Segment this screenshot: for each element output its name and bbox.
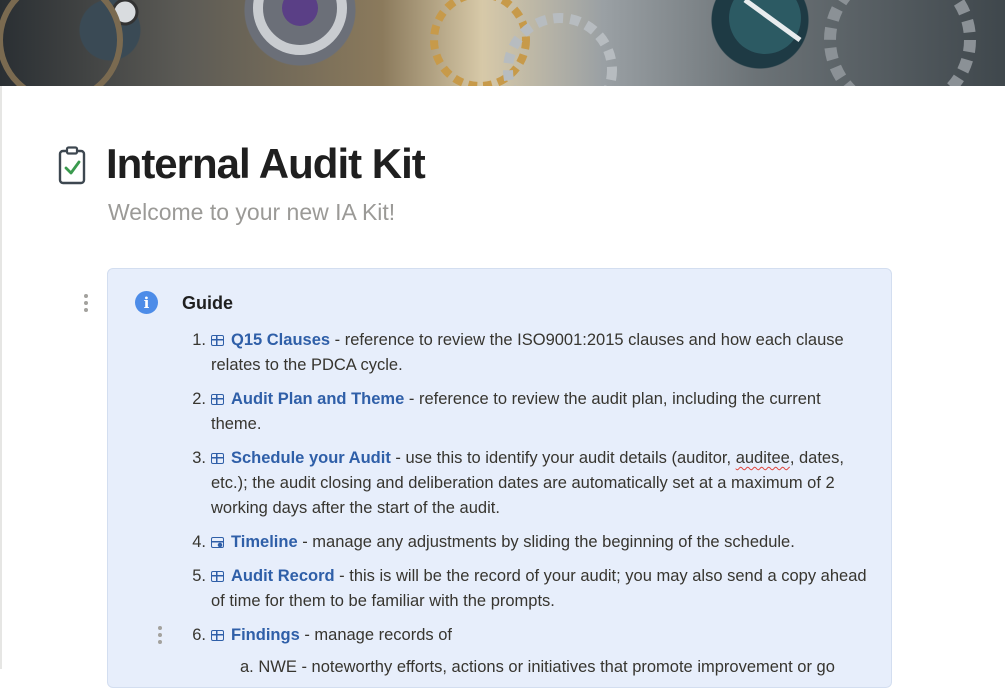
sub-list-text: NWE - noteworthy efforts, actions or ini… xyxy=(258,658,835,676)
cover-gears-graphic xyxy=(0,0,976,86)
spellcheck-flagged-word[interactable]: auditee xyxy=(736,449,790,467)
list-number: 4. xyxy=(192,533,206,551)
sub-list-marker: a. xyxy=(240,658,254,676)
clipboard-check-icon[interactable] xyxy=(58,146,88,186)
q15-clauses-link[interactable]: Q15 Clauses xyxy=(231,331,330,349)
timeline-link[interactable]: Timeline xyxy=(231,533,298,551)
page-left-border xyxy=(0,86,2,669)
table-icon xyxy=(211,571,224,582)
table-icon xyxy=(211,630,224,641)
findings-link[interactable]: Findings xyxy=(231,626,300,644)
timeline-icon xyxy=(211,537,224,548)
item-description: - manage records of xyxy=(299,626,452,644)
block-drag-handle[interactable] xyxy=(80,294,92,312)
cover-image xyxy=(0,0,1005,86)
audit-plan-link[interactable]: Audit Plan and Theme xyxy=(231,390,404,408)
list-item-drag-handle[interactable] xyxy=(154,626,166,644)
page-subtitle[interactable]: Welcome to your new IA Kit! xyxy=(108,199,395,226)
table-icon xyxy=(211,394,224,405)
table-icon xyxy=(211,453,224,464)
audit-record-link[interactable]: Audit Record xyxy=(231,567,335,585)
schedule-audit-link[interactable]: Schedule your Audit xyxy=(231,449,391,467)
item-description: - use this to identify your audit detail… xyxy=(390,449,736,467)
list-number: 1. xyxy=(192,331,206,349)
item-description: - manage any adjustments by sliding the … xyxy=(297,533,795,551)
list-number: 3. xyxy=(192,449,206,467)
guide-callout[interactable]: i Guide 1. Q15 Clauses - reference to re… xyxy=(107,268,892,688)
table-icon xyxy=(211,335,224,346)
sub-list-item: a. NWE - noteworthy efforts, actions or … xyxy=(240,658,835,677)
list-number: 2. xyxy=(192,390,206,408)
page-title[interactable]: Internal Audit Kit xyxy=(106,140,426,188)
info-icon: i xyxy=(135,291,158,314)
callout-title: Guide xyxy=(182,293,234,313)
list-number: 6. xyxy=(192,626,206,644)
list-number: 5. xyxy=(192,567,206,585)
